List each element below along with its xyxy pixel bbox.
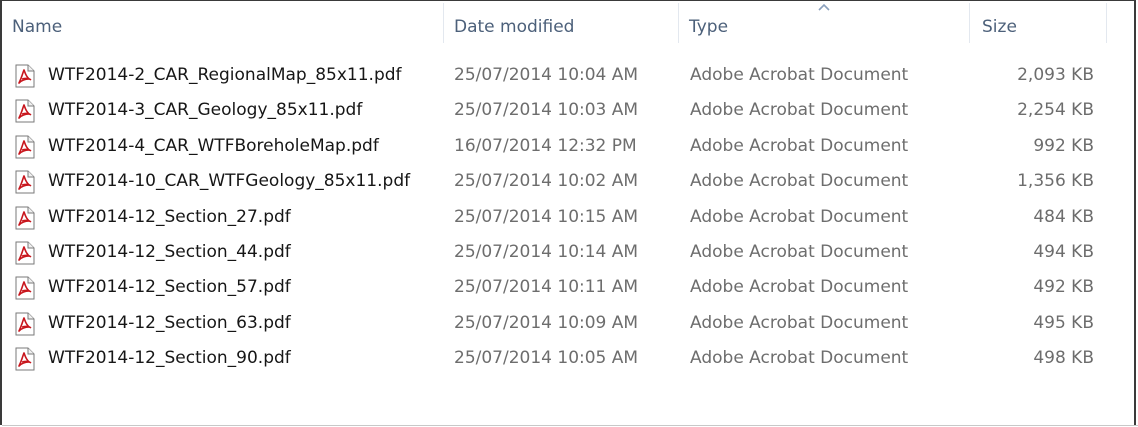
file-type: Adobe Acrobat Document xyxy=(690,312,909,333)
file-name: WTF2014-12_Section_57.pdf xyxy=(48,277,291,298)
file-type: Adobe Acrobat Document xyxy=(690,65,909,85)
file-name: WTF2014-12_Section_44.pdf xyxy=(48,242,291,262)
file-name: WTF2014-12_Section_27.pdf xyxy=(48,206,291,227)
file-date-modified: 16/07/2014 12:32 PM xyxy=(454,135,637,156)
file-date-modified: 25/07/2014 10:09 AM xyxy=(454,312,639,333)
file-list-view: Name Date modified Type Size WTF2014-2_C… xyxy=(0,0,1138,426)
file-row[interactable]: WTF2014-12_Section_63.pdf 25/07/2014 10:… xyxy=(10,306,1110,341)
file-row[interactable]: WTF2014-4_CAR_WTFBoreholeMap.pdf 16/07/2… xyxy=(10,129,1110,164)
pdf-file-icon xyxy=(14,241,36,265)
file-date-modified: 25/07/2014 10:03 AM xyxy=(454,100,639,121)
file-name: WTF2014-10_CAR_WTFGeology_85x11.pdf xyxy=(48,171,411,192)
file-date-modified: 25/07/2014 10:15 AM xyxy=(454,206,639,227)
pdf-file-icon xyxy=(14,135,36,159)
file-date-modified: 25/07/2014 10:04 AM xyxy=(454,65,639,85)
column-header: Name Date modified Type Size xyxy=(2,1,1138,45)
file-size: 494 KB xyxy=(1033,242,1094,262)
pdf-file-icon xyxy=(14,206,36,230)
column-header-size-label: Size xyxy=(982,17,1017,37)
file-date-modified: 25/07/2014 10:11 AM xyxy=(454,277,639,298)
file-row[interactable]: WTF2014-12_Section_57.pdf 25/07/2014 10:… xyxy=(10,270,1110,305)
pdf-file-icon xyxy=(14,99,36,123)
file-type: Adobe Acrobat Document xyxy=(690,171,909,192)
file-name: WTF2014-12_Section_90.pdf xyxy=(48,348,291,369)
column-header-size[interactable]: Size xyxy=(970,1,1106,45)
file-type: Adobe Acrobat Document xyxy=(690,277,909,298)
file-row[interactable]: WTF2014-3_CAR_Geology_85x11.pdf 25/07/20… xyxy=(10,93,1110,128)
column-header-name[interactable]: Name xyxy=(2,1,442,45)
column-header-date-label: Date modified xyxy=(454,17,575,37)
pdf-file-icon xyxy=(14,276,36,300)
file-type: Adobe Acrobat Document xyxy=(690,348,909,369)
file-date-modified: 25/07/2014 10:02 AM xyxy=(454,171,639,192)
file-row[interactable]: WTF2014-10_CAR_WTFGeology_85x11.pdf 25/0… xyxy=(10,164,1110,199)
file-row[interactable]: WTF2014-12_Section_90.pdf 25/07/2014 10:… xyxy=(10,341,1110,376)
file-name: WTF2014-2_CAR_RegionalMap_85x11.pdf xyxy=(48,65,402,85)
file-name: WTF2014-4_CAR_WTFBoreholeMap.pdf xyxy=(48,135,379,156)
pdf-file-icon xyxy=(14,64,36,88)
file-size: 492 KB xyxy=(1033,277,1094,298)
pdf-file-icon xyxy=(14,347,36,371)
column-header-date[interactable]: Date modified xyxy=(444,1,678,45)
sort-up-arrow-icon xyxy=(818,3,830,11)
file-type: Adobe Acrobat Document xyxy=(690,206,909,227)
file-size: 484 KB xyxy=(1033,206,1094,227)
column-header-type-label: Type xyxy=(689,17,729,37)
file-name: WTF2014-3_CAR_Geology_85x11.pdf xyxy=(48,100,363,121)
file-type: Adobe Acrobat Document xyxy=(690,100,909,121)
file-size: 1,356 KB xyxy=(1017,171,1094,192)
file-row[interactable]: WTF2014-12_Section_27.pdf 25/07/2014 10:… xyxy=(10,200,1110,235)
file-row[interactable]: WTF2014-2_CAR_RegionalMap_85x11.pdf 25/0… xyxy=(10,58,1110,93)
file-size: 992 KB xyxy=(1033,135,1094,156)
bottom-divider xyxy=(2,425,1138,426)
column-separator[interactable] xyxy=(1106,3,1107,43)
file-date-modified: 25/07/2014 10:14 AM xyxy=(454,242,639,262)
file-type: Adobe Acrobat Document xyxy=(690,135,909,156)
file-size: 2,093 KB xyxy=(1017,65,1094,85)
file-name: WTF2014-12_Section_63.pdf xyxy=(48,312,291,333)
file-row[interactable]: WTF2014-12_Section_44.pdf 25/07/2014 10:… xyxy=(10,235,1110,270)
pdf-file-icon xyxy=(14,170,36,194)
file-size: 495 KB xyxy=(1033,312,1094,333)
file-size: 2,254 KB xyxy=(1017,100,1094,121)
file-type: Adobe Acrobat Document xyxy=(690,242,909,262)
pdf-file-icon xyxy=(14,312,36,336)
column-header-name-label: Name xyxy=(12,17,63,37)
file-date-modified: 25/07/2014 10:05 AM xyxy=(454,348,639,369)
file-size: 498 KB xyxy=(1033,348,1094,369)
